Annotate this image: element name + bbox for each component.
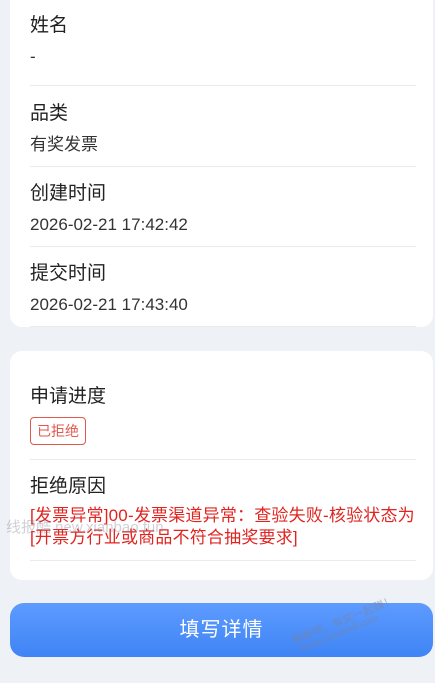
progress-field: 申请进度 已拒绝 bbox=[30, 385, 416, 460]
submitted-time-value: 2026-02-21 17:43:40 bbox=[30, 295, 188, 314]
submitted-time-field: 提交时间 2026-02-21 17:43:40 bbox=[30, 262, 416, 327]
category-value: 有奖发票 bbox=[30, 135, 98, 154]
progress-label: 申请进度 bbox=[30, 386, 107, 407]
created-time-field: 创建时间 2026-02-21 17:42:42 bbox=[30, 182, 416, 247]
name-field: 姓名 - bbox=[30, 14, 416, 86]
submitted-time-label: 提交时间 bbox=[30, 263, 107, 284]
created-time-label: 创建时间 bbox=[30, 183, 107, 204]
created-time-value: 2026-02-21 17:42:42 bbox=[30, 215, 188, 234]
status-badge: 已拒绝 bbox=[30, 417, 86, 445]
category-label: 品类 bbox=[30, 103, 69, 124]
rejection-field: 拒绝原因 [发票异常]00-发票渠道异常：查验失败-核验状态为[开票方行业或商品… bbox=[30, 475, 416, 561]
info-card: 姓名 - 品类 有奖发票 创建时间 2026-02-21 17:42:42 提交… bbox=[10, 0, 433, 327]
name-label: 姓名 bbox=[30, 15, 69, 36]
name-value: - bbox=[30, 47, 36, 66]
rejection-label: 拒绝原因 bbox=[30, 476, 107, 497]
category-field: 品类 有奖发票 bbox=[30, 102, 416, 167]
rejection-reason: [发票异常]00-发票渠道异常：查验失败-核验状态为[开票方行业或商品不符合抽奖… bbox=[30, 506, 415, 547]
progress-card: 申请进度 已拒绝 拒绝原因 [发票异常]00-发票渠道异常：查验失败-核验状态为… bbox=[10, 351, 433, 580]
fill-details-button[interactable]: 填写详情 bbox=[10, 603, 433, 657]
